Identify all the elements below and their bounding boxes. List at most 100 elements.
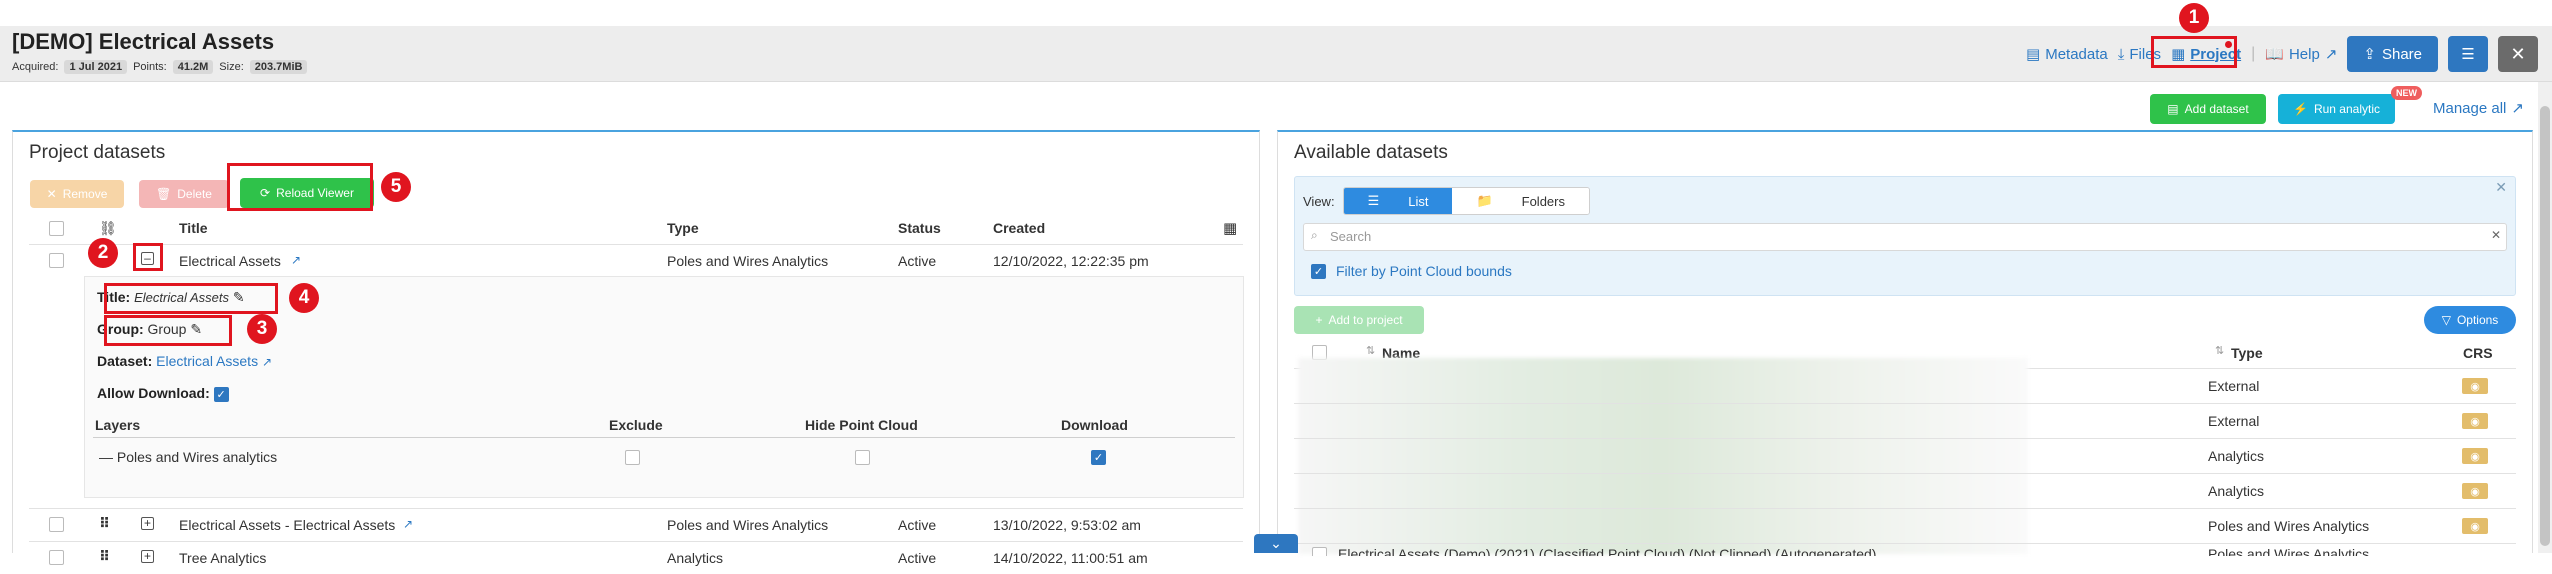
exclude-checkbox[interactable] xyxy=(625,450,640,465)
download-checkbox[interactable]: ✓ xyxy=(1091,450,1106,465)
row-type: External xyxy=(2208,378,2260,394)
scrollbar-thumb[interactable] xyxy=(2540,106,2550,546)
row-created: 12/10/2022, 12:22:35 pm xyxy=(993,253,1149,269)
allow-download-label: Allow Download: xyxy=(97,385,210,401)
external-link-icon[interactable]: ↗ xyxy=(262,355,272,369)
select-all-checkbox[interactable] xyxy=(49,221,64,236)
metadata-link[interactable]: ▤ Metadata xyxy=(2026,45,2108,64)
expand-icon[interactable]: + xyxy=(141,550,154,563)
table-row[interactable]: Poles and Wires Analytics ◉ xyxy=(1278,508,2532,543)
col-hide-point-cloud: Hide Point Cloud xyxy=(805,417,918,433)
table-row[interactable]: Analytics ◉ xyxy=(1278,438,2532,473)
table-row[interactable]: ⠿ + Electrical Assets - Electrical Asset… xyxy=(13,509,1259,541)
row-name: Electrical Assets (Demo) (2021) (Classif… xyxy=(1338,546,1877,556)
highlight-box-4 xyxy=(104,283,278,314)
page-title: [DEMO] Electrical Assets xyxy=(12,29,275,54)
manage-all-link[interactable]: Manage all ↗ xyxy=(2433,99,2524,118)
col-title[interactable]: Title xyxy=(179,220,208,236)
collapse-panel-button[interactable]: ⌄ xyxy=(1254,534,1298,553)
table-row[interactable]: External ◉ xyxy=(1278,368,2532,403)
help-link[interactable]: 📖 Help ↗ xyxy=(2265,45,2338,64)
add-to-project-label: Add to project xyxy=(1328,313,1403,327)
share-button[interactable]: ⇪ Share xyxy=(2347,36,2438,72)
external-link-icon: ↗ xyxy=(2511,100,2524,117)
row-checkbox[interactable] xyxy=(1312,547,1327,556)
row-type: Poles and Wires Analytics xyxy=(2208,546,2370,556)
bolt-icon: ⚡ xyxy=(2293,102,2308,116)
options-button[interactable]: ▽ Options xyxy=(2424,306,2516,334)
row-created: 14/10/2022, 11:00:51 am xyxy=(993,550,1148,566)
book-icon: 📖 xyxy=(2265,46,2284,63)
allow-download-checkbox[interactable]: ✓ xyxy=(213,387,229,402)
plus-icon: + xyxy=(1315,313,1323,327)
col-status[interactable]: Status xyxy=(898,220,941,236)
crs-globe-icon[interactable]: ◉ xyxy=(2462,483,2488,499)
crs-globe-icon[interactable]: ◉ xyxy=(2462,518,2488,534)
col-created[interactable]: Created xyxy=(993,220,1045,236)
col-download: Download xyxy=(1061,417,1128,433)
folders-view-button[interactable]: 📁 Folders xyxy=(1452,188,1589,214)
list-label: List xyxy=(1408,193,1429,209)
metadata-label: Metadata xyxy=(2045,45,2108,63)
download-icon: ⤓ xyxy=(2117,45,2125,63)
columns-toggle-icon[interactable]: ▦ xyxy=(1223,219,1237,237)
add-to-project-button[interactable]: + Add to project xyxy=(1294,306,1424,334)
run-analytic-button[interactable]: ⚡ Run analytic xyxy=(2278,94,2395,124)
add-dataset-button[interactable]: ▤ Add dataset xyxy=(2150,94,2266,124)
clear-search-icon[interactable]: ✕ xyxy=(2491,228,2501,242)
menu-button[interactable]: ☰ xyxy=(2448,36,2488,72)
highlight-box-1 xyxy=(2151,36,2237,68)
expand-icon[interactable]: + xyxy=(141,517,154,530)
table-row[interactable]: External ◉ xyxy=(1278,403,2532,438)
col-type[interactable]: Type xyxy=(2231,345,2263,361)
divider xyxy=(93,437,1235,438)
row-type: Poles and Wires Analytics xyxy=(667,517,829,533)
hide-point-cloud-checkbox[interactable] xyxy=(855,450,870,465)
row-type: Poles and Wires Analytics xyxy=(667,253,829,269)
close-button[interactable]: ✕ xyxy=(2498,36,2538,72)
crs-globe-icon[interactable]: ◉ xyxy=(2462,448,2488,464)
crs-globe-icon[interactable]: ◉ xyxy=(2462,413,2488,429)
table-row[interactable]: Analytics ◉ xyxy=(1278,473,2532,508)
dash-icon: — xyxy=(99,449,113,465)
search-icon: ⌕ xyxy=(1311,228,1318,242)
external-link-icon[interactable]: ↗ xyxy=(403,517,413,531)
crs-globe-icon[interactable]: ◉ xyxy=(2462,378,2488,394)
annotation-badge-5: 5 xyxy=(381,172,411,202)
remove-button[interactable]: ✕ Remove xyxy=(30,180,124,208)
table-row[interactable]: ⠿ + Tree Analytics Analytics Active 14/1… xyxy=(13,542,1259,574)
help-label: Help xyxy=(2288,45,2320,63)
row-checkbox[interactable] xyxy=(49,253,64,268)
sort-icon[interactable]: ⇅ xyxy=(1366,344,1375,357)
search-input[interactable]: Search xyxy=(1303,223,2507,251)
highlight-box-3 xyxy=(104,315,232,346)
highlight-box-5 xyxy=(227,163,373,211)
row-checkbox[interactable] xyxy=(49,550,64,565)
delete-label: Delete xyxy=(177,187,212,201)
delete-button[interactable]: 🗑 Delete xyxy=(139,180,229,208)
external-link-icon: ↗ xyxy=(2324,46,2338,63)
share-label: Share xyxy=(2381,45,2422,63)
acquired-label: Acquired: xyxy=(12,61,59,73)
acquired-value: 1 Jul 2021 xyxy=(64,60,128,74)
table-row[interactable]: – Electrical Assets ↗ Poles and Wires An… xyxy=(13,246,1259,276)
layer-row: — Poles and Wires analytics xyxy=(99,449,277,465)
row-type: Analytics xyxy=(667,550,724,566)
list-view-button[interactable]: ☰ List xyxy=(1343,188,1453,214)
row-checkbox[interactable] xyxy=(49,517,64,532)
external-link-icon[interactable]: ↗ xyxy=(291,253,301,267)
col-type[interactable]: Type xyxy=(667,220,699,236)
sort-icon[interactable]: ⇅ xyxy=(2215,344,2224,357)
points-value: 41.2M xyxy=(172,60,214,74)
row-title: Electrical Assets - Electrical Assets xyxy=(179,517,396,533)
highlight-box-2 xyxy=(133,243,163,271)
drag-handle-icon[interactable]: ⠿ xyxy=(99,515,110,532)
row-status: Active xyxy=(898,517,937,533)
filter-bounds-label: Filter by Point Cloud bounds xyxy=(1336,263,1512,279)
table-row[interactable]: Electrical Assets (Demo) (2021) (Classif… xyxy=(1278,544,2532,556)
detail-allow-download: Allow Download: ✓ xyxy=(97,385,229,402)
filter-bounds-checkbox[interactable]: ✓ xyxy=(1311,263,1326,279)
drag-handle-icon[interactable]: ⠿ xyxy=(99,548,110,565)
detail-dataset-link[interactable]: Electrical Assets xyxy=(156,353,258,369)
close-icon[interactable]: ✕ xyxy=(2495,179,2507,196)
